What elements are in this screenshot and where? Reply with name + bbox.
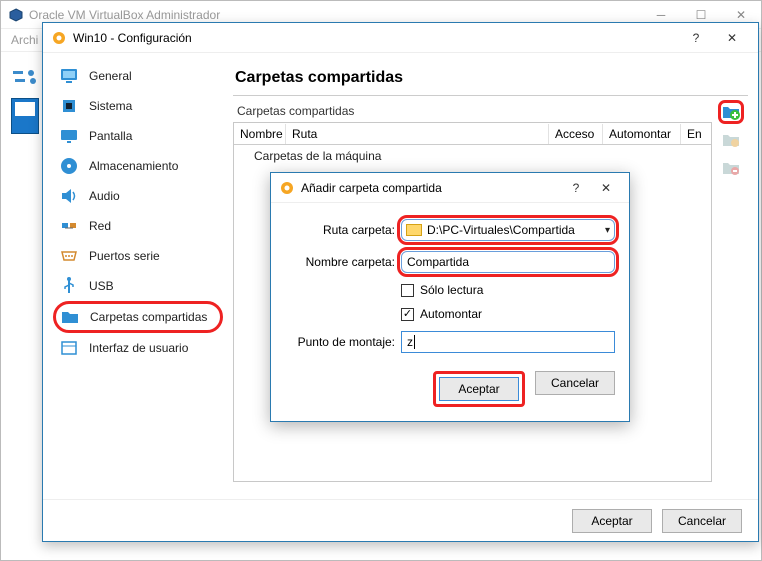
tools-icon xyxy=(11,65,41,95)
label-nombre: Nombre carpeta: xyxy=(285,255,395,269)
readonly-checkbox[interactable] xyxy=(401,284,414,297)
accept-highlight-ring: Aceptar xyxy=(433,371,525,407)
folder-mini-icon xyxy=(406,224,422,236)
table-header: Nombre Ruta Acceso Automontar En xyxy=(234,123,711,145)
subsection-label: Carpetas compartidas xyxy=(233,104,358,118)
sidebar-item-audio[interactable]: Audio xyxy=(53,181,223,211)
serial-port-icon xyxy=(59,246,79,266)
settings-cancel-button[interactable]: Cancelar xyxy=(662,509,742,533)
vm-thumbnail xyxy=(11,98,39,134)
settings-accept-button[interactable]: Aceptar xyxy=(572,509,652,533)
automount-checkbox[interactable]: ✓ xyxy=(401,308,414,321)
add-dialog-title: Añadir carpeta compartida xyxy=(301,181,442,195)
sidebar-item-label: Pantalla xyxy=(89,129,132,143)
usb-icon xyxy=(59,276,79,296)
main-window-title: Oracle VM VirtualBox Administrador xyxy=(29,8,220,22)
help-icon[interactable]: ? xyxy=(561,174,591,202)
settings-sidebar: General Sistema Pantalla Almacenamiento … xyxy=(53,61,223,495)
close-icon[interactable]: ✕ xyxy=(714,23,750,53)
folder-path-combo[interactable]: D:\PC-Virtuales\Compartida ▾ xyxy=(401,219,615,241)
sidebar-item-almacenamiento[interactable]: Almacenamiento xyxy=(53,151,223,181)
sidebar-item-sistema[interactable]: Sistema xyxy=(53,91,223,121)
col-acceso[interactable]: Acceso xyxy=(549,124,603,144)
mount-point-value: z xyxy=(407,335,413,349)
label-ruta: Ruta carpeta: xyxy=(285,223,395,237)
ui-icon xyxy=(59,338,79,358)
sidebar-item-red[interactable]: Red xyxy=(53,211,223,241)
edit-folder-button xyxy=(718,128,744,152)
settings-title: Win10 - Configuración xyxy=(73,31,192,45)
menu-archivo[interactable]: Archi xyxy=(11,33,38,47)
text-cursor xyxy=(414,335,415,349)
sidebar-item-label: Red xyxy=(89,219,111,233)
gear-icon xyxy=(279,180,295,196)
sidebar-item-label: Almacenamiento xyxy=(89,159,178,173)
settings-footer: Aceptar Cancelar xyxy=(43,499,758,541)
disk-icon xyxy=(59,156,79,176)
automount-label: Automontar xyxy=(420,307,482,321)
remove-folder-button xyxy=(718,156,744,180)
gear-icon xyxy=(51,30,67,46)
virtualbox-logo-icon xyxy=(9,8,23,22)
readonly-label: Sólo lectura xyxy=(420,283,483,297)
add-shared-folder-dialog: Añadir carpeta compartida ? ✕ Ruta carpe… xyxy=(270,172,630,422)
sidebar-item-label: Puertos serie xyxy=(89,249,160,263)
folder-path-value: D:\PC-Virtuales\Compartida xyxy=(427,223,575,237)
add-dialog-titlebar[interactable]: Añadir carpeta compartida ? ✕ xyxy=(271,173,629,203)
network-icon xyxy=(59,216,79,236)
col-automontar[interactable]: Automontar xyxy=(603,124,681,144)
col-en[interactable]: En xyxy=(681,124,711,144)
display-icon xyxy=(59,126,79,146)
add-accept-button[interactable]: Aceptar xyxy=(439,377,519,401)
help-icon[interactable]: ? xyxy=(678,23,714,53)
sidebar-item-label: Carpetas compartidas xyxy=(90,310,207,324)
sidebar-item-label: General xyxy=(89,69,132,83)
folder-name-input[interactable]: Compartida xyxy=(401,251,615,273)
folder-icon xyxy=(60,307,80,327)
add-dialog-footer: Aceptar Cancelar xyxy=(271,361,629,421)
sidebar-item-puertos-serie[interactable]: Puertos serie xyxy=(53,241,223,271)
col-nombre[interactable]: Nombre xyxy=(234,124,286,144)
sidebar-item-label: Interfaz de usuario xyxy=(89,341,188,355)
speaker-icon xyxy=(59,186,79,206)
label-punto: Punto de montaje: xyxy=(285,335,395,349)
sidebar-item-usb[interactable]: USB xyxy=(53,271,223,301)
sidebar-item-general[interactable]: General xyxy=(53,61,223,91)
add-cancel-button[interactable]: Cancelar xyxy=(535,371,615,395)
add-folder-button[interactable] xyxy=(718,100,744,124)
sidebar-item-label: Audio xyxy=(89,189,120,203)
settings-titlebar[interactable]: Win10 - Configuración ? ✕ xyxy=(43,23,758,53)
sidebar-item-label: Sistema xyxy=(89,99,132,113)
close-icon[interactable]: ✕ xyxy=(591,174,621,202)
chip-icon xyxy=(59,96,79,116)
automount-checkbox-row[interactable]: ✓ Automontar xyxy=(401,307,615,321)
section-heading: Carpetas compartidas xyxy=(233,61,748,96)
monitor-icon xyxy=(59,66,79,86)
col-ruta[interactable]: Ruta xyxy=(286,124,549,144)
sidebar-item-carpetas-compartidas[interactable]: Carpetas compartidas xyxy=(53,301,223,333)
mount-point-input[interactable]: z xyxy=(401,331,615,353)
sidebar-item-label: USB xyxy=(89,279,114,293)
folder-name-value: Compartida xyxy=(407,255,469,269)
table-toolbar xyxy=(716,100,746,180)
chevron-down-icon[interactable]: ▾ xyxy=(605,225,610,236)
table-group-row[interactable]: Carpetas de la máquina xyxy=(234,145,711,167)
sidebar-item-pantalla[interactable]: Pantalla xyxy=(53,121,223,151)
sidebar-item-interfaz[interactable]: Interfaz de usuario xyxy=(53,333,223,363)
readonly-checkbox-row[interactable]: Sólo lectura xyxy=(401,283,615,297)
